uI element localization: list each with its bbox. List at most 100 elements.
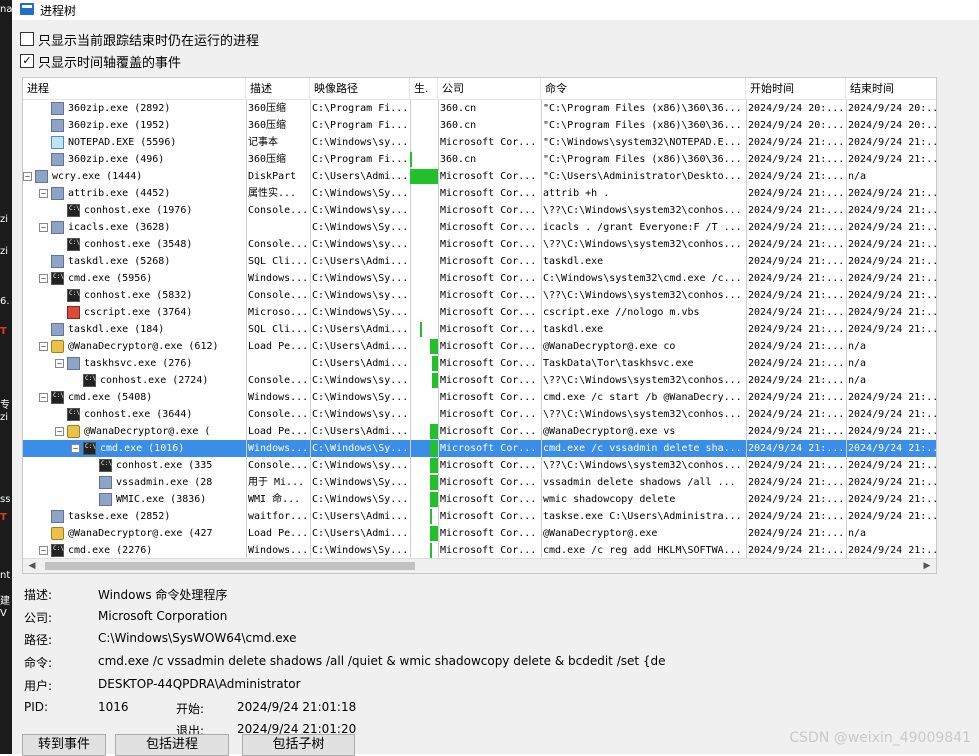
cell-end: 2024/9/24 21:...: [848, 511, 937, 522]
column-header-command[interactable]: 命令: [541, 78, 746, 99]
scroll-thumb[interactable]: [45, 562, 415, 570]
process-row[interactable]: conhost.exe (2724) Console...C:\Windows\s…: [23, 372, 936, 389]
process-row[interactable]: − cmd.exe (1016) Windows...C:\Windows\Sy..…: [23, 440, 936, 457]
column-divider: [410, 389, 411, 406]
include-process-button[interactable]: 包括进程: [115, 734, 229, 756]
cell-process: @WanaDecryptor@.exe (: [84, 426, 211, 437]
include-subtree-button[interactable]: 包括子树: [242, 734, 355, 756]
goto-event-button[interactable]: 转到事件: [22, 734, 106, 756]
column-divider: [310, 253, 311, 270]
cell-company: Microsoft Cor...: [440, 392, 537, 403]
column-divider: [310, 202, 311, 219]
checkbox-running-only[interactable]: [20, 32, 34, 46]
process-row[interactable]: − attrib.exe (4452) 属性实... C:\Windows\Sy...…: [23, 185, 936, 202]
column-header-company[interactable]: 公司: [438, 78, 541, 99]
tree-collapse-toggle-icon[interactable]: −: [23, 172, 32, 181]
process-row[interactable]: − wcry.exe (1444) DiskPart C:\Users\Admi...…: [23, 168, 936, 185]
checkbox-timeline-events[interactable]: ✓: [20, 54, 34, 68]
tree-collapse-toggle-icon[interactable]: −: [39, 223, 48, 232]
option-label: 只显示时间轴覆盖的事件: [38, 55, 182, 71]
column-divider: [410, 423, 411, 440]
column-divider: [410, 440, 411, 457]
process-row[interactable]: conhost.exe (3644) Console...C:\Windows\s…: [23, 406, 936, 423]
process-row[interactable]: 360zip.exe (2892) 360压缩 C:\Program Fi... 36…: [23, 100, 936, 117]
column-divider: [246, 355, 247, 372]
column-header-start-time[interactable]: 开始时间: [746, 78, 846, 99]
column-header-process[interactable]: 进程: [23, 78, 246, 99]
process-row[interactable]: WMIC.exe (3836) WMI 命... C:\Windows\Sy... M…: [23, 491, 936, 508]
process-row[interactable]: 360zip.exe (1952) 360压缩 C:\Program Fi... 36…: [23, 117, 936, 134]
cell-process: 360zip.exe (2892): [68, 103, 171, 114]
cell-process: cmd.exe (2276): [68, 545, 153, 556]
title-bar[interactable]: 进程树: [12, 0, 979, 20]
process-row[interactable]: taskse.exe (2852) waitfor... C:\Users\Admi…: [23, 508, 936, 525]
column-header-lifetime[interactable]: 生.: [410, 78, 438, 99]
process-row[interactable]: taskdl.exe (5268) SQL Cli... C:\Users\Admi…: [23, 253, 936, 270]
cell-path: C:\Windows\sy...: [312, 375, 409, 386]
column-divider: [410, 406, 411, 423]
cell-path: C:\Windows\Sy...: [312, 392, 409, 403]
process-row[interactable]: − cmd.exe (5408) Windows...C:\Windows\Sy..…: [23, 389, 936, 406]
cell-desc: Console...: [248, 460, 309, 471]
process-tree-grid[interactable]: 进程 描述 映像路径 生. 公司 命令 开始时间 结束时间 360zip.exe…: [22, 77, 937, 574]
process-row[interactable]: cscript.exe (3764) Microso... C:\Windows\S…: [23, 304, 936, 321]
scroll-right-arrow-icon[interactable]: ▶: [920, 559, 934, 573]
tree-collapse-toggle-icon[interactable]: −: [55, 359, 64, 368]
process-row[interactable]: NOTEPAD.EXE (5596) 记事本 C:\Windows\sy... Mic…: [23, 134, 936, 151]
column-divider: [410, 185, 411, 202]
tree-collapse-toggle-icon[interactable]: −: [55, 427, 64, 436]
column-divider: [310, 304, 311, 321]
column-divider: [846, 389, 847, 406]
column-divider: [846, 270, 847, 287]
cell-company: Microsoft Cor...: [440, 307, 537, 318]
cell-end: 2024/9/24 20:...: [848, 103, 937, 114]
process-row[interactable]: vssadmin.exe (28 用于 Mi... C:\Windows\Sy...…: [23, 474, 936, 491]
process-row[interactable]: @WanaDecryptor@.exe (427 Load Pe... C:\Use…: [23, 525, 936, 542]
column-header-end-time[interactable]: 结束时间: [846, 78, 936, 99]
tree-collapse-toggle-icon[interactable]: −: [39, 189, 48, 198]
process-row[interactable]: − icacls.exe (3628) C:\Windows\Sy... Micros…: [23, 219, 936, 236]
ransomware-process-icon: [51, 340, 64, 353]
column-divider: [310, 134, 311, 151]
process-row[interactable]: conhost.exe (5832) Console...C:\Windows\s…: [23, 287, 936, 304]
process-row[interactable]: − @WanaDecryptor@.exe (Load Pe... C:\Users…: [23, 423, 936, 440]
column-divider: [410, 304, 411, 321]
process-row[interactable]: − @WanaDecryptor@.exe (612) Load Pe... C:\U…: [23, 338, 936, 355]
cell-process: NOTEPAD.EXE (5596): [68, 137, 177, 148]
option-running-only[interactable]: 只显示当前跟踪结束时仍在运行的进程: [20, 30, 259, 49]
process-row[interactable]: 360zip.exe (496) 360压缩 C:\Program Fi... 360…: [23, 151, 936, 168]
cell-cmd: cmd.exe /c vssadmin delete sha...: [543, 443, 742, 454]
scroll-left-arrow-icon[interactable]: ◀: [25, 559, 39, 573]
tree-collapse-toggle-icon[interactable]: −: [71, 444, 80, 453]
column-divider: [310, 508, 311, 525]
company-value: Microsoft Corporation: [98, 609, 228, 623]
cell-end: n/a: [848, 375, 867, 386]
column-divider: [746, 491, 747, 508]
column-divider: [438, 202, 439, 219]
tree-collapse-toggle-icon[interactable]: −: [39, 342, 48, 351]
column-divider: [746, 525, 747, 542]
column-divider: [246, 423, 247, 440]
process-row[interactable]: conhost.exe (1976) Console...C:\Windows\s…: [23, 202, 936, 219]
desktop-fragment: 专: [0, 400, 10, 411]
cell-path: C:\Windows\Sy...: [312, 222, 409, 233]
column-divider: [310, 287, 311, 304]
cell-path: C:\Windows\sy...: [312, 290, 409, 301]
process-row[interactable]: conhost.exe (3548) Console...C:\Windows\s…: [23, 236, 936, 253]
column-divider: [310, 338, 311, 355]
tree-collapse-toggle-icon[interactable]: −: [39, 274, 48, 283]
horizontal-scrollbar[interactable]: ◀ ▶: [23, 558, 936, 573]
column-header-description[interactable]: 描述: [246, 78, 310, 99]
process-row[interactable]: taskdl.exe (184) SQL Cli... C:\Users\Admi.…: [23, 321, 936, 338]
column-header-image-path[interactable]: 映像路径: [310, 78, 410, 99]
option-timeline-events[interactable]: ✓ 只显示时间轴覆盖的事件: [20, 52, 182, 71]
cell-end: n/a: [848, 341, 867, 352]
tree-collapse-toggle-icon[interactable]: −: [39, 546, 48, 555]
column-divider: [438, 525, 439, 542]
tree-collapse-toggle-icon[interactable]: −: [39, 393, 48, 402]
column-divider: [541, 202, 542, 219]
process-row[interactable]: conhost.exe (335 Console...C:\Windows\sy.…: [23, 457, 936, 474]
process-row[interactable]: − cmd.exe (2276) Windows...C:\Windows\Sy..…: [23, 542, 936, 559]
process-row[interactable]: − cmd.exe (5956) Windows...C:\Windows\Sy..…: [23, 270, 936, 287]
process-row[interactable]: − taskhsvc.exe (276) C:\Users\Admi... Micro…: [23, 355, 936, 372]
